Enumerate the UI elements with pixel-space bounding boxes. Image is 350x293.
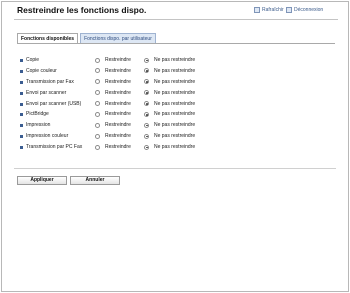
apply-button[interactable]: Appliquer bbox=[17, 176, 67, 185]
function-row: Transmission par Fax Restreindre Ne pas re… bbox=[17, 77, 337, 88]
function-row: Transmission par PC Fax Restreindre Ne pas… bbox=[17, 142, 337, 153]
footer-divider bbox=[14, 168, 336, 169]
restrict-radio[interactable] bbox=[95, 122, 100, 128]
bullet-icon bbox=[20, 59, 23, 62]
restrict-label: Restreindre bbox=[105, 78, 131, 85]
restrict-label: Restreindre bbox=[105, 144, 131, 151]
no-restrict-label: Ne pas restreindre bbox=[154, 144, 196, 151]
no-restrict-radio[interactable] bbox=[144, 79, 149, 85]
function-label: Envoi par scanner (USB) bbox=[26, 100, 82, 107]
restrict-label: Restreindre bbox=[105, 122, 131, 129]
function-row: Copie couleur Restreindre Ne pas restreind… bbox=[17, 66, 337, 77]
function-row: Copie Restreindre Ne pas restreindre bbox=[17, 55, 337, 66]
bullet-icon bbox=[20, 135, 23, 139]
restrict-radio[interactable] bbox=[95, 133, 100, 139]
restrict-radio[interactable] bbox=[95, 90, 100, 96]
function-row: Envoi par scanner Restreindre Ne pas restr… bbox=[17, 88, 337, 99]
function-label: Envoi par scanner bbox=[26, 89, 67, 96]
header: Restreindre les fonctions dispo. Rafraîc… bbox=[2, 2, 348, 18]
bullet-icon bbox=[20, 146, 23, 150]
logout-link[interactable]: Déconnexion bbox=[286, 7, 323, 13]
bullet-icon bbox=[20, 80, 23, 84]
restrict-label: Restreindre bbox=[105, 57, 131, 63]
no-restrict-radio[interactable] bbox=[144, 101, 149, 107]
function-label: Impression couleur bbox=[26, 133, 69, 140]
refresh-link[interactable]: Rafraîchir bbox=[254, 7, 284, 13]
tab-divider bbox=[17, 43, 335, 44]
bullet-icon bbox=[20, 91, 23, 95]
function-label: Impression bbox=[26, 122, 51, 129]
no-restrict-radio[interactable] bbox=[144, 133, 149, 139]
restrict-label: Restreindre bbox=[105, 67, 131, 74]
no-restrict-radio[interactable] bbox=[144, 68, 149, 74]
no-restrict-radio[interactable] bbox=[144, 57, 149, 63]
function-list: Copie Restreindre Ne pas restreindre Copie … bbox=[17, 55, 337, 153]
no-restrict-label: Ne pas restreindre bbox=[154, 100, 196, 107]
no-restrict-label: Ne pas restreindre bbox=[154, 111, 196, 118]
restrict-label: Restreindre bbox=[105, 100, 131, 107]
refresh-label: Rafraîchir bbox=[262, 7, 284, 13]
bullet-icon bbox=[20, 102, 23, 106]
logout-icon bbox=[286, 7, 292, 13]
header-divider bbox=[14, 19, 338, 20]
restrict-radio[interactable] bbox=[95, 79, 100, 85]
no-restrict-radio[interactable] bbox=[144, 112, 149, 118]
no-restrict-label: Ne pas restreindre bbox=[154, 89, 196, 96]
restrict-radio[interactable] bbox=[95, 112, 100, 118]
restrict-label: Restreindre bbox=[105, 111, 131, 118]
page-title: Restreindre les fonctions dispo. bbox=[17, 5, 147, 15]
no-restrict-label: Ne pas restreindre bbox=[154, 133, 196, 140]
no-restrict-label: Ne pas restreindre bbox=[154, 67, 196, 74]
restrict-radio[interactable] bbox=[95, 68, 100, 74]
no-restrict-label: Ne pas restreindre bbox=[154, 78, 196, 85]
no-restrict-radio[interactable] bbox=[144, 144, 149, 150]
refresh-icon bbox=[254, 7, 260, 13]
function-row: Impression Restreindre Ne pas restreindre bbox=[17, 120, 337, 131]
logout-label: Déconnexion bbox=[294, 7, 324, 13]
cancel-button[interactable]: Annuler bbox=[70, 176, 120, 185]
bullet-icon bbox=[20, 124, 23, 128]
page-frame: Restreindre les fonctions dispo. Rafraîc… bbox=[1, 1, 349, 292]
function-label: Transmission par PC Fax bbox=[26, 144, 83, 151]
restrict-radio[interactable] bbox=[95, 57, 100, 63]
restrict-radio[interactable] bbox=[95, 144, 100, 150]
function-row: Impression couleur Restreindre Ne pas rest… bbox=[17, 131, 337, 142]
no-restrict-radio[interactable] bbox=[144, 90, 149, 96]
no-restrict-label: Ne pas restreindre bbox=[154, 57, 196, 63]
bullet-icon bbox=[20, 69, 23, 73]
bullet-icon bbox=[20, 113, 23, 117]
no-restrict-radio[interactable] bbox=[144, 122, 149, 128]
function-row: PictBridge Restreindre Ne pas restreindre bbox=[17, 109, 337, 120]
function-label: Transmission par Fax bbox=[26, 78, 74, 85]
restrict-label: Restreindre bbox=[105, 133, 131, 140]
restrict-radio[interactable] bbox=[95, 101, 100, 107]
no-restrict-label: Ne pas restreindre bbox=[154, 122, 196, 129]
function-label: PictBridge bbox=[26, 111, 49, 118]
function-label: Copie couleur bbox=[26, 67, 57, 74]
function-row: Envoi par scanner (USB) Restreindre Ne pas… bbox=[17, 99, 337, 110]
restrict-label: Restreindre bbox=[105, 89, 131, 96]
function-label: Copie bbox=[26, 57, 40, 63]
